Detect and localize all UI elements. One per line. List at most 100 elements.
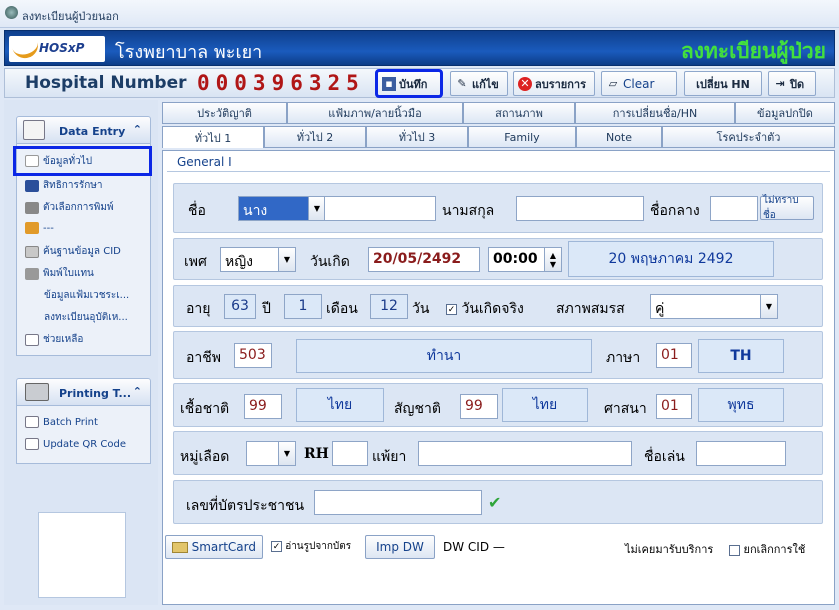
tab-hidden-info[interactable]: ข้อมูลปกปิด [735,102,835,124]
cancel-use-checkbox[interactable]: ยกเลิกการใช้ [729,540,805,558]
race-code[interactable]: 99 [244,394,282,419]
window-title: ลงทะเบียนผู้ป่วยนอก [22,10,119,23]
name-group: ชื่อ นาง ▼ นามสกุล ชื่อกลาง ไม่ทราบชื่อ [173,183,823,233]
language-label: ภาษา [606,350,641,366]
exit-icon: ⇥ [775,76,785,90]
language-code[interactable]: 01 [656,343,692,368]
surname-input[interactable] [516,196,644,221]
real-birthdate-checkbox[interactable]: ✓ วันเกิดจริง [446,298,524,320]
chevron-down-icon[interactable]: ▼ [308,197,325,220]
chevron-down-icon[interactable]: ▼ [760,295,777,318]
tab-status[interactable]: สถานภาพ [463,102,575,124]
tab-row-2: ทั่วไป 1 ทั่วไป 2 ทั่วไป 3 Family Note โ… [162,126,835,148]
occupation-code[interactable]: 503 [234,343,272,368]
check-icon[interactable]: ✓ [446,303,457,315]
window-titlebar: ลงทะเบียนผู้ป่วยนอก [0,0,839,28]
data-entry-panel-header[interactable]: Data Entry ⌃ [16,116,151,144]
close-button[interactable]: ⇥ ปิด [768,71,816,96]
birthdate-input[interactable]: 20/05/2492 [368,247,480,272]
occupation-label: อาชีพ [186,350,221,366]
collapse-icon[interactable]: ⌃ [133,385,142,398]
marital-label: สภาพสมรส [556,301,625,317]
nav-help[interactable]: ช่วยเหลือ [25,332,83,347]
nav-update-qr[interactable]: Update QR Code [25,438,126,450]
nationality-name: ไทย [502,388,588,422]
unknown-name-button[interactable]: ไม่ทราบชื่อ [760,195,814,221]
prefix-select[interactable]: นาง ▼ [238,196,326,221]
nav-general-info[interactable]: ข้อมูลทั่วไป [13,146,152,176]
main-panel: ประวัติญาติ แฟ้มภาพ/ลายนิ้วมือ สถานภาพ ก… [160,100,835,605]
nav-separator[interactable]: --- [25,222,54,234]
cid-input[interactable] [314,490,482,515]
imp-dw-button[interactable]: Imp DW [365,535,435,559]
smartcard-button[interactable]: SmartCard [165,535,263,559]
dw-cid-label: DW CID — [443,540,505,554]
collapse-icon[interactable]: ⌃ [133,123,142,136]
tab-name-change[interactable]: การเปลี่ยนชื่อ/HN [575,102,735,124]
sex-select[interactable]: หญิง ▼ [220,247,296,272]
surname-label: นามสกุล [442,203,495,219]
tab-relatives[interactable]: ประวัติญาติ [162,102,287,124]
never-served-label: ไม่เคยมารับบริการ [625,543,714,556]
nav-print-options[interactable]: ตัวเลือกการพิมพ์ [25,200,114,215]
edit-button[interactable]: ✎ แก้ไข [450,71,508,96]
data-entry-panel: ข้อมูลทั่วไป สิทธิการรักษา ตัวเลือกการพิ… [13,144,152,356]
header-banner: HOSxP โรงพยาบาล พะเยา ลงทะเบียนผู้ป่วย [4,30,835,66]
birthdate-label: วันเกิด [310,254,350,270]
chevron-down-icon[interactable]: ▼ [278,442,295,465]
read-card-photo-checkbox[interactable]: ✓ อ่านรูปจากบัตร [271,539,351,554]
save-button[interactable]: ▪ บันทึก [375,69,443,98]
tab-general-3[interactable]: ทั่วไป 3 [366,126,468,148]
clear-button[interactable]: ▱ Clear [601,71,677,96]
religion-code[interactable]: 01 [656,394,692,419]
people-icon [25,222,39,234]
age-label: อายุ [186,301,211,317]
race-group: เชื้อชาติ 99 ไทย สัญชาติ 99 ไทย ศาสนา 01… [173,383,823,427]
change-hn-button[interactable]: เปลี่ยน HN [684,71,762,96]
reprint-icon [25,267,39,280]
language-name: TH [698,339,784,373]
tab-general-1[interactable]: ทั่วไป 1 [162,126,264,148]
nationality-code[interactable]: 99 [460,394,498,419]
section-title: General I [177,155,232,169]
rh-label: RH [304,446,329,462]
occupation-name: ทำนา [296,339,592,373]
blood-select[interactable]: ▼ [246,441,296,466]
checkbox-icon[interactable] [729,544,740,556]
patient-photo [38,512,126,598]
eraser-icon: ▱ [608,76,618,90]
tab-photo-fingerprint[interactable]: แฟ้มภาพ/ลายนิ้วมือ [287,102,463,124]
printer-icon [25,383,49,401]
print-options-icon [25,201,39,214]
pencil-icon: ✎ [457,76,467,90]
rh-input[interactable] [332,441,368,466]
spinner-icon[interactable]: ▲ ▼ [544,248,561,271]
check-icon[interactable]: ✓ [271,540,282,552]
check-icon: ✔ [488,493,502,512]
hosxp-logo: HOSxP [9,36,105,62]
sidebar: Data Entry ⌃ ข้อมูลทั่วไป สิทธิการรักษา … [4,100,158,605]
age-group: อายุ 63 ปี 1 เดือน 12 วัน ✓ วันเกิดจริง … [173,285,823,327]
printing-panel-header[interactable]: Printing T... ⌃ [16,378,151,406]
nav-rights[interactable]: สิทธิการรักษา [25,178,102,193]
tab-note[interactable]: Note [576,126,662,148]
nav-medical-records[interactable]: ข้อมูลแฟ้มเวชระเ... [44,288,129,303]
chevron-down-icon[interactable]: ▼ [278,248,295,271]
nickname-input[interactable] [696,441,786,466]
tab-general-2[interactable]: ทั่วไป 2 [264,126,366,148]
tab-chronic-disease[interactable]: โรคประจำตัว [662,126,835,148]
marital-select[interactable]: คู่ ▼ [650,294,778,319]
delete-button[interactable]: ✕ ลบรายการ [513,71,595,96]
tab-family[interactable]: Family [468,126,576,148]
first-name-input[interactable] [324,196,436,221]
tab-row-1: ประวัติญาติ แฟ้มภาพ/ลายนิ้วมือ สถานภาพ ก… [162,102,835,124]
nav-batch-print[interactable]: Batch Print [25,416,98,428]
birth-time-input[interactable]: 00:00 ▲ ▼ [488,247,562,272]
nav-accident-register[interactable]: ลงทะเบียนอุบัติเห... [44,310,128,325]
age-months: 1 [284,294,322,319]
allergy-input[interactable] [418,441,632,466]
general-info-icon [25,155,39,167]
nav-cid-search[interactable]: ค้นฐานข้อมูล CID [25,244,121,259]
middle-name-input[interactable] [710,196,758,221]
nav-reprint[interactable]: พิมพ์ใบแทน [25,266,94,281]
